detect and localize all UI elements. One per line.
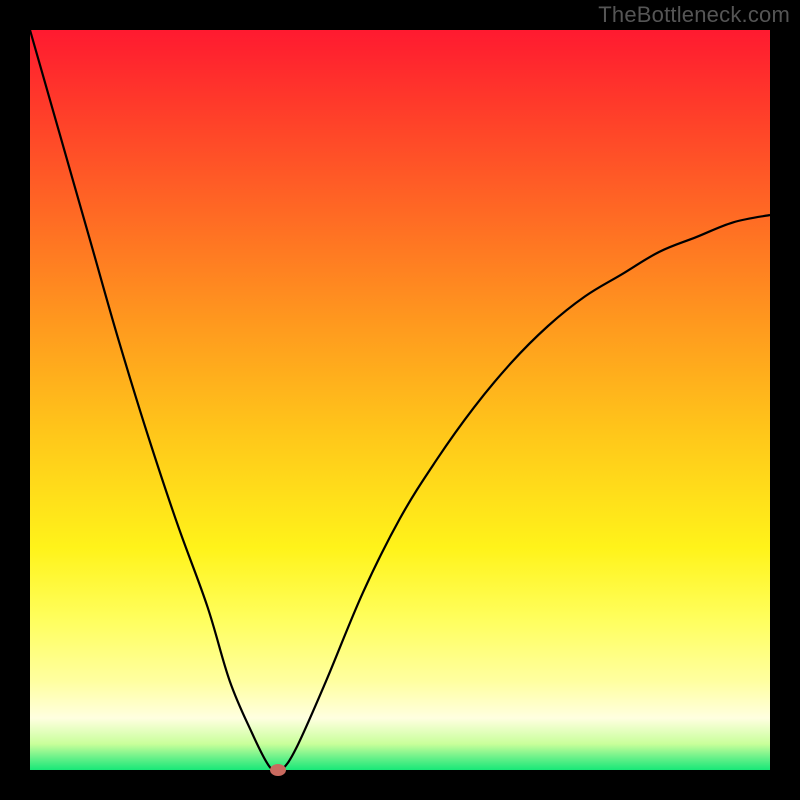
- optimal-point-marker: [270, 764, 286, 776]
- curve-path: [30, 30, 770, 772]
- chart-frame: TheBottleneck.com: [0, 0, 800, 800]
- watermark-text: TheBottleneck.com: [598, 2, 790, 28]
- bottleneck-curve: [30, 30, 770, 770]
- plot-area: [30, 30, 770, 770]
